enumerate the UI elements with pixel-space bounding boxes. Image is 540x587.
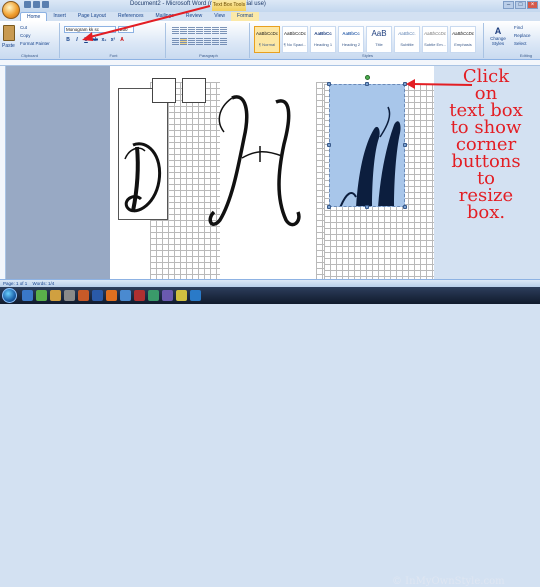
app-icon[interactable] (78, 290, 89, 301)
folder-icon[interactable] (50, 290, 61, 301)
app-icon[interactable] (134, 290, 145, 301)
word-icon[interactable] (92, 290, 103, 301)
red-arrowhead-icon (82, 32, 93, 41)
status-bar: Page: 1 of 1 Words: 1/4 (0, 279, 540, 287)
app-icon[interactable] (148, 290, 159, 301)
red-arrowhead-icon (406, 79, 415, 89)
firefox-icon[interactable] (106, 290, 117, 301)
start-button[interactable] (2, 288, 17, 303)
windows-taskbar: © InMyOwnStyle.com (0, 287, 540, 587)
page-count: Page: 1 of 1 (3, 281, 28, 286)
office-button[interactable] (2, 1, 20, 19)
watermark-text: © InMyOwnStyle.com (392, 576, 505, 587)
app-icon[interactable] (190, 290, 201, 301)
app-icon[interactable] (120, 290, 131, 301)
word-count: Words: 1/4 (32, 281, 55, 286)
red-arrow-icon (411, 83, 473, 86)
annotation-arrows (82, 5, 473, 89)
app-icon[interactable] (36, 290, 47, 301)
ie-icon[interactable] (22, 290, 33, 301)
app-icon[interactable] (64, 290, 75, 301)
app-icon[interactable] (162, 290, 173, 301)
status-page: Page: 1 of 1 Words: 1/4 (3, 281, 54, 286)
app-icon[interactable] (176, 290, 187, 301)
red-arrow-icon (85, 5, 211, 39)
